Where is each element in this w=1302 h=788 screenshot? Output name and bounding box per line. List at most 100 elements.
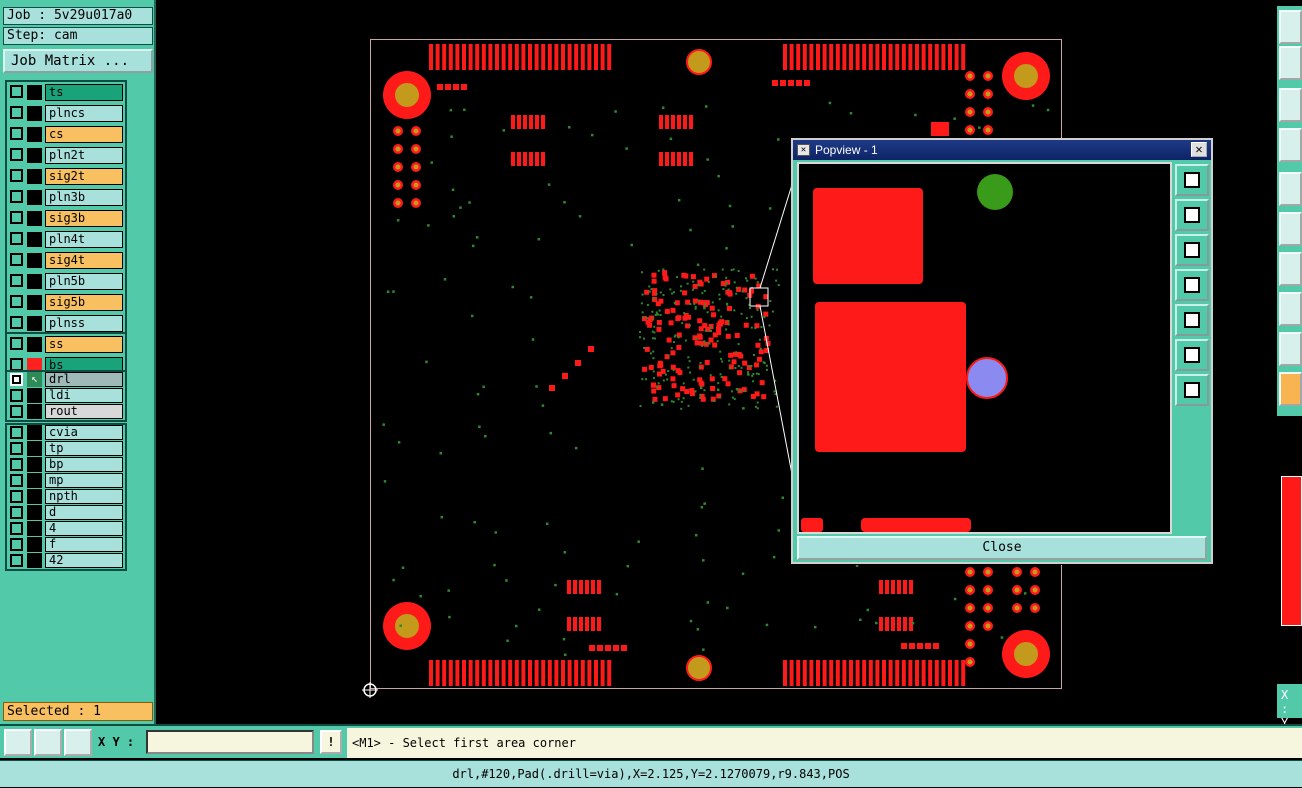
layer-row-sig3b[interactable]: sig3b [7, 208, 125, 229]
layer-color-swatch[interactable] [27, 274, 42, 289]
layer-name[interactable]: 42 [45, 553, 123, 568]
layer-checkbox[interactable] [10, 106, 23, 119]
layer-name[interactable]: sig4t [45, 252, 123, 269]
layer-color-swatch[interactable] [27, 388, 42, 403]
layer-checkbox[interactable] [10, 316, 23, 329]
layer-row-pln2t[interactable]: pln2t [7, 145, 125, 166]
layer-checkbox[interactable] [10, 211, 23, 224]
layer-row-plncs[interactable]: plncs [7, 103, 125, 124]
layer-name[interactable]: 4 [45, 521, 123, 536]
layer-row-d[interactable]: d [7, 505, 125, 521]
tool-button-9[interactable] [1279, 332, 1302, 366]
layer-row-rout[interactable]: rout [7, 404, 125, 420]
layer-checkbox[interactable] [10, 373, 23, 386]
layer-color-swatch[interactable] [27, 337, 42, 352]
layer-color-swatch[interactable] [27, 441, 42, 456]
layer-row-ldi[interactable]: ldi [7, 388, 125, 404]
layer-row-npth[interactable]: npth [7, 489, 125, 505]
layer-checkbox[interactable] [10, 458, 23, 471]
tool-button-8[interactable] [1279, 292, 1302, 326]
layer-checkbox[interactable] [10, 169, 23, 182]
job-matrix-button[interactable]: Job Matrix ... [3, 49, 153, 73]
layer-name[interactable]: npth [45, 489, 123, 504]
popview-window[interactable]: Popview - 1 ✕ ✕ Close [791, 138, 1213, 564]
tool-button-1[interactable] [1279, 10, 1302, 44]
popview-close-button[interactable]: Close [797, 536, 1207, 560]
layer-color-swatch[interactable] [27, 457, 42, 472]
layer-row-drl[interactable]: ↖ drl [7, 372, 125, 388]
zoom-fit-button[interactable] [1175, 164, 1209, 196]
layer-checkbox[interactable] [10, 522, 23, 535]
layer-color-swatch[interactable] [27, 232, 42, 247]
layer-name[interactable]: plncs [45, 105, 123, 122]
tool-button-5[interactable] [1279, 172, 1302, 206]
layer-color-swatch[interactable] [27, 127, 42, 142]
pan-left-button[interactable] [1175, 269, 1209, 301]
pan-right-button[interactable] [1175, 304, 1209, 336]
layer-color-swatch[interactable] [27, 316, 42, 331]
layer-color-swatch[interactable] [27, 553, 42, 568]
layer-color-swatch[interactable] [27, 190, 42, 205]
grid-tool-button[interactable] [64, 729, 92, 756]
layer-color-swatch[interactable] [27, 505, 42, 520]
layer-color-swatch[interactable] [27, 85, 42, 100]
layer-name[interactable]: sig5b [45, 294, 123, 311]
layer-checkbox[interactable] [10, 538, 23, 551]
tool-button-3[interactable] [1279, 88, 1302, 122]
layer-name[interactable]: cvia [45, 425, 123, 440]
measure-tool-button[interactable] [34, 729, 62, 756]
layer-name[interactable]: pln2t [45, 147, 123, 164]
layer-color-swatch[interactable] [27, 106, 42, 121]
layer-row-ts[interactable]: ts [7, 82, 125, 103]
layer-checkbox[interactable] [10, 426, 23, 439]
layer-color-swatch[interactable] [27, 489, 42, 504]
layer-checkbox[interactable] [10, 337, 23, 350]
layer-row-cs[interactable]: cs [7, 124, 125, 145]
zoom-out-button[interactable] [1175, 374, 1209, 406]
layer-color-swatch[interactable] [27, 537, 42, 552]
layer-name[interactable]: d [45, 505, 123, 520]
layer-row-sig2t[interactable]: sig2t [7, 166, 125, 187]
layer-color-swatch[interactable] [27, 295, 42, 310]
layer-name[interactable]: sig3b [45, 210, 123, 227]
layer-name[interactable]: drl [45, 372, 123, 387]
layer-row-f[interactable]: f [7, 537, 125, 553]
layer-row-pln3b[interactable]: pln3b [7, 187, 125, 208]
window-menu-icon[interactable]: ✕ [797, 144, 810, 156]
layer-color-swatch[interactable] [27, 169, 42, 184]
layer-checkbox[interactable] [10, 506, 23, 519]
select-tool-button[interactable] [1279, 372, 1302, 406]
zoom-in-button[interactable] [1175, 339, 1209, 371]
layer-row-tp[interactable]: tp [7, 441, 125, 457]
layer-name[interactable]: cs [45, 126, 123, 143]
layer-row-plnss[interactable]: plnss [7, 313, 125, 334]
layer-row-pln5b[interactable]: pln5b [7, 271, 125, 292]
layer-checkbox[interactable] [10, 274, 23, 287]
popview-zoom-view[interactable] [797, 162, 1172, 534]
layer-name[interactable]: bp [45, 457, 123, 472]
layer-name[interactable]: tp [45, 441, 123, 456]
layer-checkbox[interactable] [10, 127, 23, 140]
layer-color-swatch[interactable] [27, 148, 42, 163]
layer-row-pln4t[interactable]: pln4t [7, 229, 125, 250]
layer-color-swatch[interactable] [27, 253, 42, 268]
layer-row-4[interactable]: 4 [7, 521, 125, 537]
layer-checkbox[interactable] [10, 190, 23, 203]
layer-checkbox[interactable] [10, 490, 23, 503]
layer-name[interactable]: rout [45, 404, 123, 419]
layer-row-42[interactable]: 42 [7, 553, 125, 569]
work-layer-arrow-icon[interactable]: ↖ [27, 372, 42, 387]
layer-row-mp[interactable]: mp [7, 473, 125, 489]
layer-color-swatch[interactable] [27, 521, 42, 536]
layer-checkbox[interactable] [10, 474, 23, 487]
layer-checkbox[interactable] [10, 405, 23, 418]
layer-checkbox[interactable] [10, 554, 23, 567]
layer-name[interactable]: plnss [45, 315, 123, 332]
layer-row-sig4t[interactable]: sig4t [7, 250, 125, 271]
layer-name[interactable]: mp [45, 473, 123, 488]
layer-name[interactable]: pln5b [45, 273, 123, 290]
layer-name[interactable]: sig2t [45, 168, 123, 185]
tool-button-2[interactable] [1279, 46, 1302, 80]
alert-button[interactable]: ! [320, 730, 342, 754]
xy-input[interactable] [146, 730, 314, 754]
